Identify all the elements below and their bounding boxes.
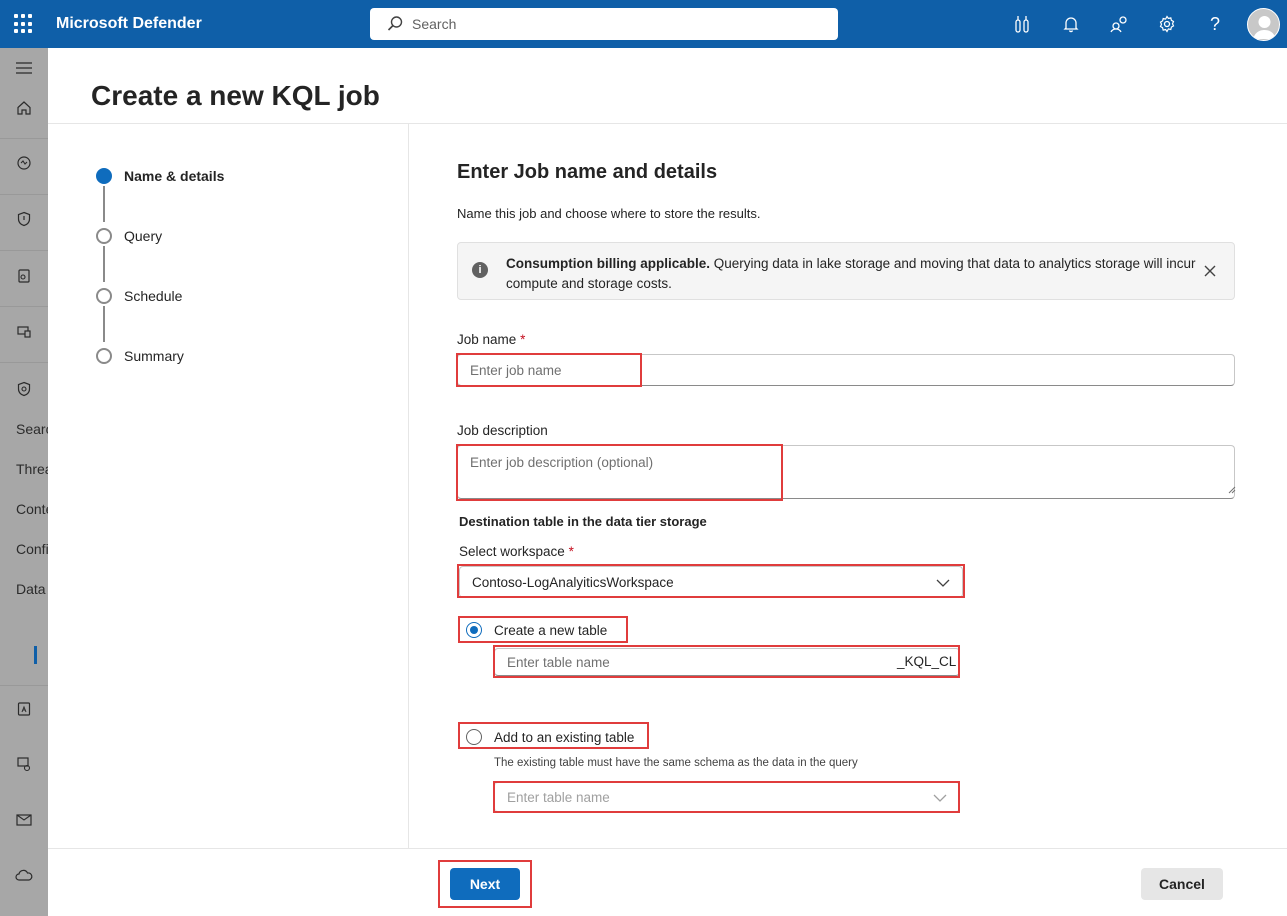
wizard-panel: Create a new KQL job Name & details Quer… xyxy=(48,48,1287,916)
banner-bold: Consumption billing applicable. xyxy=(506,256,711,271)
help-icon[interactable]: ? xyxy=(1205,14,1225,34)
required-marker: * xyxy=(520,332,526,347)
community-icon[interactable] xyxy=(1109,14,1129,34)
form-title: Enter Job name and details xyxy=(457,161,718,183)
header-divider xyxy=(48,123,1287,124)
hunting-icon[interactable] xyxy=(14,379,34,399)
existing-table-radio[interactable]: Add to an existing table xyxy=(466,729,634,745)
rail-selection-indicator xyxy=(34,646,37,664)
next-button[interactable]: Next xyxy=(450,868,520,900)
chevron-down-icon xyxy=(933,794,947,802)
rail-divider xyxy=(0,685,48,686)
workspace-selected-value: Contoso-LogAnalyiticsWorkspace xyxy=(472,575,674,590)
create-new-table-radio[interactable]: Create a new table xyxy=(466,622,607,638)
step-summary[interactable]: Summary xyxy=(96,346,184,366)
job-description-textarea[interactable] xyxy=(457,445,1235,499)
new-table-name-input[interactable] xyxy=(494,648,960,676)
rail-item-search[interactable]: Search xyxy=(16,421,48,437)
app-launcher-icon[interactable] xyxy=(14,14,34,34)
gear-icon[interactable] xyxy=(1157,14,1177,34)
job-name-input[interactable] xyxy=(457,354,1235,386)
reports-icon[interactable] xyxy=(14,699,34,719)
destination-heading: Destination table in the data tier stora… xyxy=(459,514,707,529)
step-query[interactable]: Query xyxy=(96,226,162,246)
app-title[interactable]: Microsoft Defender xyxy=(56,15,202,33)
step-schedule[interactable]: Schedule xyxy=(96,286,182,306)
info-icon: i xyxy=(472,262,488,278)
resize-grip-icon[interactable] xyxy=(1228,486,1236,494)
create-new-table-label[interactable]: Create a new table xyxy=(494,623,607,638)
table-suffix: _KQL_CL xyxy=(897,654,957,669)
rail-item-content[interactable]: Conte xyxy=(16,501,48,517)
top-bar: Microsoft Defender ? xyxy=(0,0,1287,48)
hamburger-icon[interactable] xyxy=(14,58,34,78)
step-indicator xyxy=(96,288,112,304)
job-name-label-text: Job name xyxy=(457,332,517,347)
step-label: Summary xyxy=(124,348,184,364)
feature-tour-icon[interactable] xyxy=(1012,14,1032,34)
cancel-button[interactable]: Cancel xyxy=(1141,868,1223,900)
job-name-label: Job name * xyxy=(457,332,525,347)
assets-icon[interactable] xyxy=(14,266,34,286)
required-marker: * xyxy=(568,544,574,559)
job-description-label: Job description xyxy=(457,423,548,438)
step-label: Name & details xyxy=(124,168,225,184)
chevron-down-icon xyxy=(936,579,950,587)
close-icon[interactable] xyxy=(1202,263,1218,279)
existing-table-label[interactable]: Add to an existing table xyxy=(494,730,634,745)
step-connector xyxy=(103,246,105,282)
radio-unselected-indicator[interactable] xyxy=(466,729,482,745)
devices-icon[interactable] xyxy=(14,322,34,342)
rail-divider xyxy=(0,138,48,139)
rail-divider xyxy=(0,306,48,307)
step-indicator xyxy=(96,348,112,364)
billing-banner: i Consumption billing applicable. Queryi… xyxy=(457,242,1235,300)
email-icon[interactable] xyxy=(14,810,34,830)
radio-selected-indicator[interactable] xyxy=(466,622,482,638)
footer-divider xyxy=(48,848,1287,849)
incidents-icon[interactable] xyxy=(14,153,34,173)
step-label: Query xyxy=(124,228,163,244)
rail-divider xyxy=(0,362,48,363)
steps-divider xyxy=(408,124,409,848)
learning-icon[interactable] xyxy=(14,754,34,774)
search-input[interactable] xyxy=(412,8,822,40)
rail-divider xyxy=(0,194,48,195)
rail-item-configuration[interactable]: Confi xyxy=(16,541,48,557)
step-label: Schedule xyxy=(124,288,183,304)
bell-icon[interactable] xyxy=(1061,14,1081,34)
form-subtitle: Name this job and choose where to store … xyxy=(457,206,761,221)
banner-text: Consumption billing applicable. Querying… xyxy=(506,254,1196,294)
existing-table-select[interactable]: Enter table name xyxy=(494,782,960,812)
step-name-details[interactable]: Name & details xyxy=(96,166,224,186)
workspace-select[interactable]: Contoso-LogAnalyiticsWorkspace xyxy=(459,566,963,598)
shield-icon[interactable] xyxy=(14,209,34,229)
avatar[interactable] xyxy=(1247,8,1280,41)
step-connector xyxy=(103,186,105,222)
step-connector xyxy=(103,306,105,342)
home-icon[interactable] xyxy=(14,98,34,118)
left-navigation-rail: Search Threa Conte Confi Data xyxy=(0,48,48,916)
existing-table-hint: The existing table must have the same sc… xyxy=(494,757,858,769)
search-icon xyxy=(387,16,403,31)
step-indicator xyxy=(96,228,112,244)
search-box[interactable] xyxy=(370,8,838,40)
step-indicator-active xyxy=(96,168,112,184)
rail-item-threat[interactable]: Threa xyxy=(16,461,48,477)
cloud-icon[interactable] xyxy=(14,865,34,885)
workspace-label: Select workspace * xyxy=(459,544,574,559)
workspace-label-text: Select workspace xyxy=(459,544,565,559)
existing-table-placeholder: Enter table name xyxy=(507,790,610,805)
rail-item-data[interactable]: Data xyxy=(16,581,46,597)
page-title: Create a new KQL job xyxy=(91,80,380,111)
rail-divider xyxy=(0,250,48,251)
